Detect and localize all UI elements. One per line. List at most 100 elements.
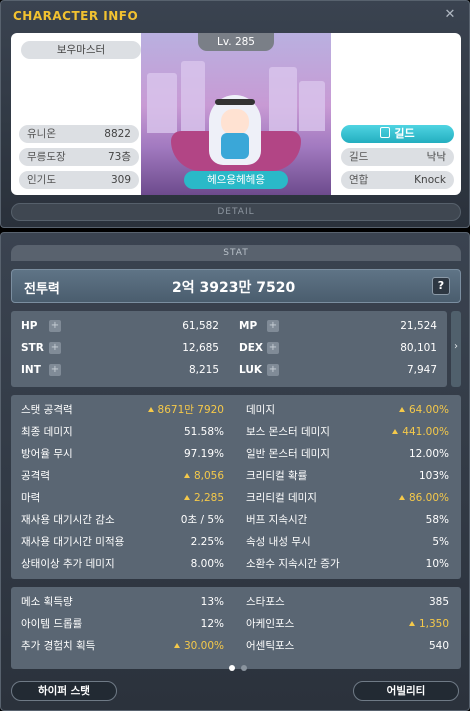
dojang-label: 무릉도장 <box>27 151 66 163</box>
union-stat: 유니온 8822 <box>19 125 139 143</box>
plus-icon[interactable]: + <box>267 320 279 332</box>
page-dot-active[interactable] <box>229 665 235 671</box>
plus-icon[interactable]: + <box>267 342 279 354</box>
stat-cell: 보스 몬스터 데미지 441.00% <box>236 421 461 443</box>
mp-label: MP <box>239 320 258 332</box>
stat-cell: 재사용 대기시간 감소 0초 / 5% <box>11 509 236 531</box>
stat-label: 버프 지속시간 <box>246 514 308 526</box>
page-dot[interactable] <box>241 665 247 671</box>
stat-value: 12.00% <box>409 443 449 465</box>
stat-value-text: 8671만 7920 <box>157 404 224 416</box>
stat-value-text: 2.25% <box>190 536 224 548</box>
close-icon[interactable]: ✕ <box>443 8 457 22</box>
stat-value-text: 12.00% <box>408 448 449 460</box>
stat-label: 스탯 공격력 <box>21 404 73 416</box>
int-stat: INT + 8,215 <box>11 359 229 381</box>
detail-button[interactable]: DETAIL <box>11 203 461 221</box>
stat-value: 103% <box>419 465 449 487</box>
stat-label: 공격력 <box>21 470 50 482</box>
stat-value: 0초 / 5% <box>181 509 224 531</box>
stat-label: 마력 <box>21 492 41 504</box>
stat-label: 어센틱포스 <box>246 640 295 652</box>
stat-value: 86.00% <box>398 487 449 509</box>
stat-value: 8.00% <box>191 553 224 575</box>
plus-icon[interactable]: + <box>49 320 61 332</box>
plus-icon[interactable]: + <box>49 364 61 376</box>
stat-value-text: 13% <box>200 596 224 608</box>
mp-stat: MP + 21,524 <box>229 315 447 337</box>
hp-stat: HP + 61,582 <box>11 315 229 337</box>
stat-row: 최종 데미지 51.58% 보스 몬스터 데미지 441.00% <box>11 421 461 443</box>
stat-row: 방어율 무시 97.19% 일반 몬스터 데미지 12.00% <box>11 443 461 465</box>
base-stats: HP + 61,582 MP + 21,524 STR + 12,685 DEX… <box>11 311 447 387</box>
stat-label: 속성 내성 무시 <box>246 536 311 548</box>
dex-stat: DEX + 80,101 <box>229 337 447 359</box>
chevron-right-icon[interactable]: › <box>452 337 460 357</box>
up-arrow-icon <box>398 407 405 412</box>
stat-label: 크리티컬 확률 <box>246 470 308 482</box>
up-arrow-icon <box>408 621 415 626</box>
stat-cell: 상태이상 추가 데미지 8.00% <box>11 553 236 575</box>
union-label: 유니온 <box>27 128 56 140</box>
stat-row: 마력 2,285 크리티컬 데미지 86.00% <box>11 487 461 509</box>
up-arrow-icon <box>398 495 405 500</box>
stat-cell: 최종 데미지 51.58% <box>11 421 236 443</box>
hyper-stat-button[interactable]: 하이퍼 스탯 <box>11 681 117 701</box>
stat-window: STAT 전투력 2억 3923만 7520 ? HP + 61,582 MP … <box>0 232 470 711</box>
popularity-label: 인기도 <box>27 174 56 186</box>
stat-label: 아케인포스 <box>246 618 295 630</box>
stat-label: 상태이상 추가 데미지 <box>21 558 115 570</box>
stat-value: 8671만 7920 <box>147 399 224 421</box>
stat-tab[interactable]: STAT <box>11 245 461 261</box>
stat-row: 재사용 대기시간 미적용 2.25% 속성 내성 무시 5% <box>11 531 461 553</box>
stat-value-text: 5% <box>432 536 449 548</box>
stat-cell: 일반 몬스터 데미지 12.00% <box>236 443 461 465</box>
stat-value: 97.19% <box>184 443 224 465</box>
stat-cell: 크리티컬 데미지 86.00% <box>236 487 461 509</box>
combat-power-label: 전투력 <box>24 282 60 297</box>
stat-label: 재사용 대기시간 감소 <box>21 514 115 526</box>
stat-label: 메소 획득량 <box>21 596 73 608</box>
stat-value: 385 <box>429 591 449 613</box>
stat-value: 2.25% <box>191 531 224 553</box>
up-arrow-icon <box>183 473 190 478</box>
luk-label: LUK <box>239 364 262 376</box>
up-arrow-icon <box>392 429 399 434</box>
stat-label: 일반 몬스터 데미지 <box>246 448 330 460</box>
stat-label: 데미지 <box>246 404 275 416</box>
stat-cell: 재사용 대기시간 미적용 2.25% <box>11 531 236 553</box>
help-icon[interactable]: ? <box>432 277 450 295</box>
stat-cell: 메소 획득량 13% <box>11 591 236 613</box>
ability-button[interactable]: 어빌리티 <box>353 681 459 701</box>
stat-label: 소환수 지속시간 증가 <box>246 558 340 570</box>
guild-label: 길드 <box>349 151 369 163</box>
str-value: 12,685 <box>182 342 219 354</box>
alliance-label: 연합 <box>349 174 369 186</box>
job-label: 보우마스터 <box>21 41 141 59</box>
stat-value: 13% <box>201 591 224 613</box>
stat-cell: 버프 지속시간 58% <box>236 509 461 531</box>
guild-value: 낙낙 <box>426 151 446 163</box>
stat-value-text: 12% <box>200 618 224 630</box>
stat-value: 8,056 <box>183 465 224 487</box>
stat-label: 크리티컬 데미지 <box>246 492 317 504</box>
stat-cell: 크리티컬 확률 103% <box>236 465 461 487</box>
alliance-info: 연합 Knock <box>341 171 454 189</box>
stat-value-text: 385 <box>428 596 449 608</box>
window-title: CHARACTER INFO <box>13 9 139 23</box>
alliance-value: Knock <box>414 174 446 186</box>
stat-cell: 스탯 공격력 8671만 7920 <box>11 399 236 421</box>
guild-button[interactable]: 길드 <box>341 125 454 143</box>
up-arrow-icon <box>183 495 190 500</box>
plus-icon[interactable]: + <box>267 364 279 376</box>
stat-value: 58% <box>426 509 449 531</box>
stat-cell: 공격력 8,056 <box>11 465 236 487</box>
stat-value: 2,285 <box>183 487 224 509</box>
popularity-stat: 인기도 309 <box>19 171 139 189</box>
int-value: 8,215 <box>188 364 219 376</box>
stat-cell: 어센틱포스 540 <box>236 635 461 657</box>
level-badge: Lv. 285 <box>198 33 274 51</box>
stat-label: 최종 데미지 <box>21 426 73 438</box>
plus-icon[interactable]: + <box>49 342 61 354</box>
stat-value: 51.58% <box>184 421 224 443</box>
